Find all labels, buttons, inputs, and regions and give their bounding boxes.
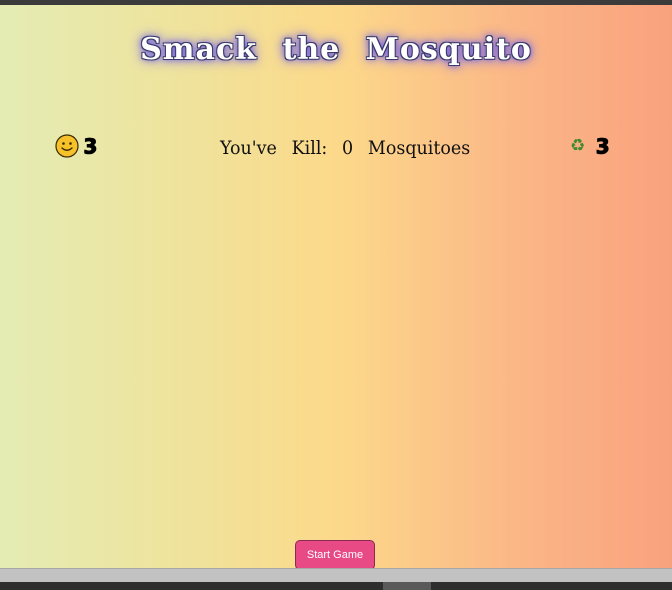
game-title: Smack the Mosquito <box>140 32 532 67</box>
start-game-button[interactable]: Start Game <box>295 540 375 568</box>
game-area[interactable]: Smack the Mosquito 3 You've Kill: 0 Mosq… <box>0 5 672 568</box>
bottom-strip <box>0 582 672 590</box>
lives-display: 3 <box>55 134 97 158</box>
scrollbar-thumb[interactable] <box>383 582 431 590</box>
lives-count: 3 <box>83 134 97 158</box>
smiley-icon <box>55 134 79 158</box>
horizontal-scrollbar[interactable] <box>0 568 672 583</box>
kill-counter-text: You've Kill: 0 Mosquitoes <box>220 137 471 159</box>
recycle-icon: ♻ <box>570 136 586 156</box>
rounds-count: 3 <box>595 134 610 158</box>
rounds-display: ♻ 3 <box>570 134 609 158</box>
